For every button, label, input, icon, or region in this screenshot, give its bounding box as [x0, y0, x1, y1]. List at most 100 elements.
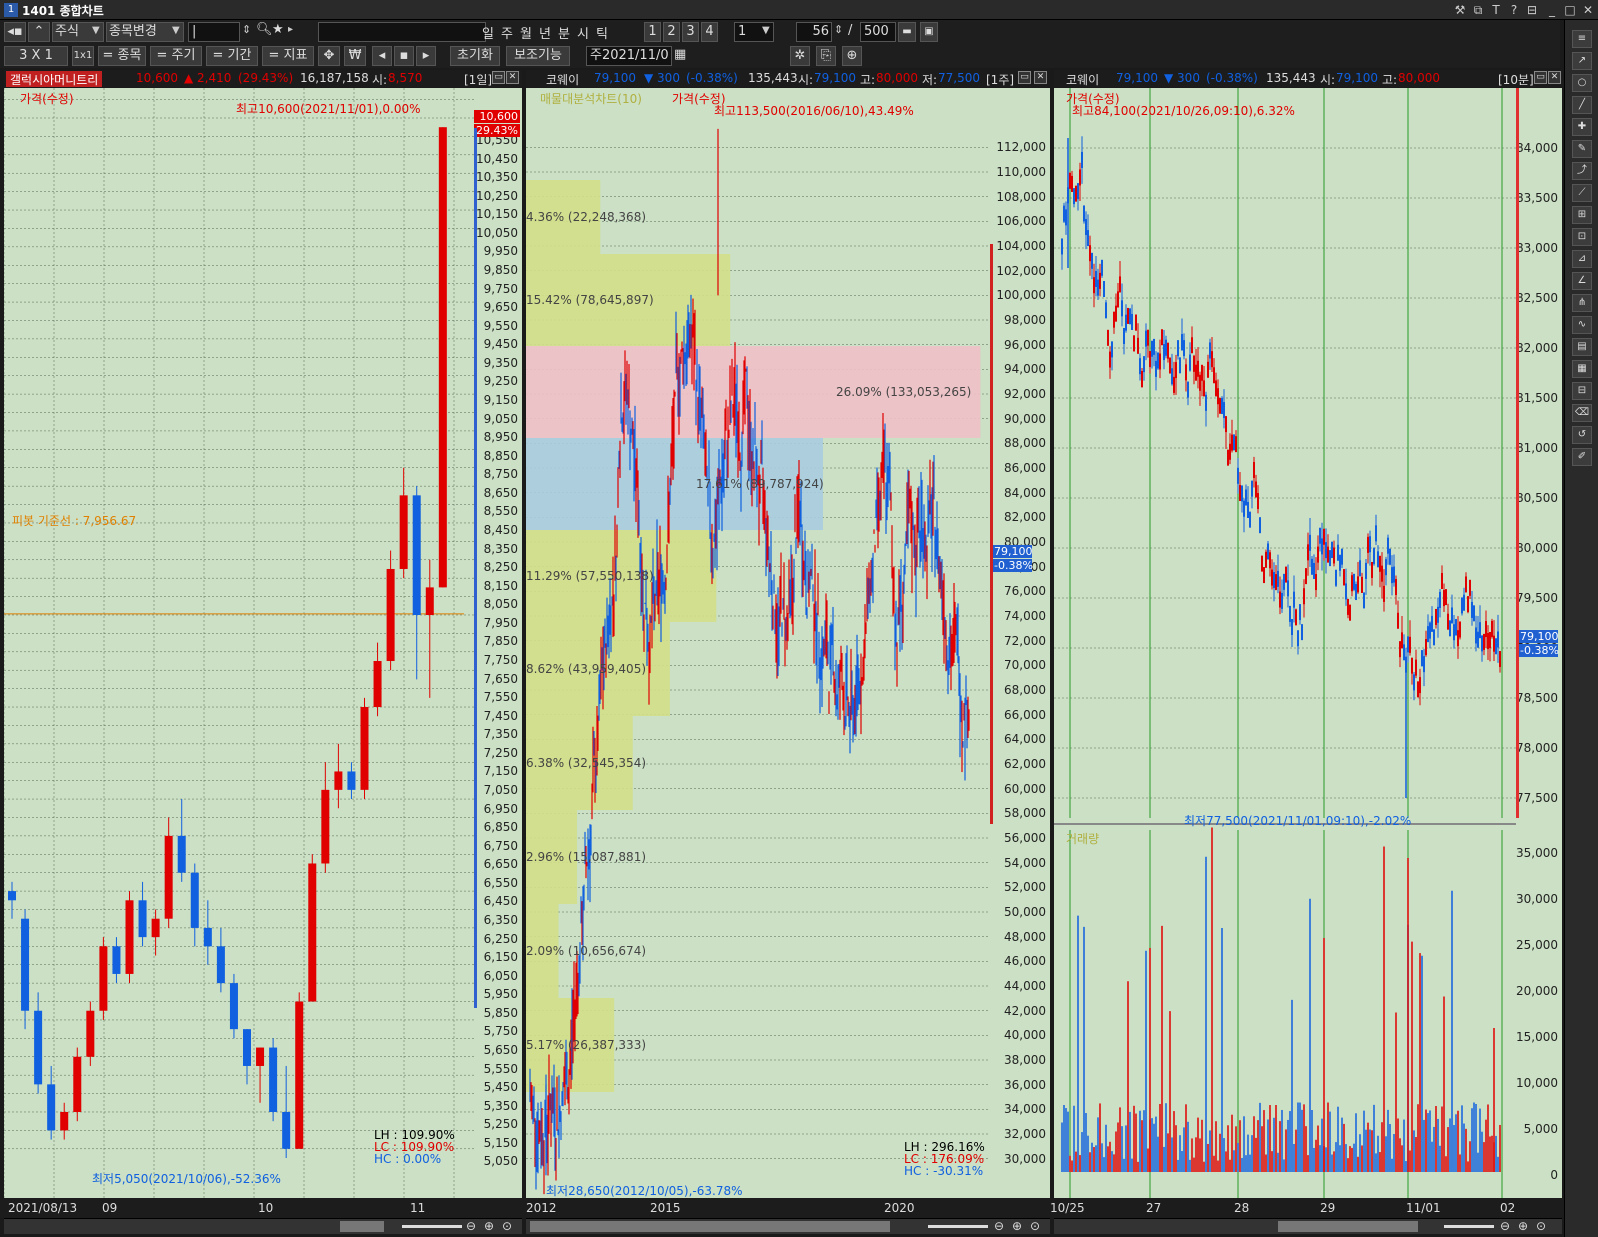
zoom-in-icon[interactable]: ⊕	[1518, 1219, 1528, 1233]
save-icon[interactable]: ▣	[920, 22, 938, 42]
zoom-in-icon[interactable]: ⊕	[484, 1219, 494, 1233]
angle-icon[interactable]: ∠	[1572, 272, 1592, 290]
period-tab-0[interactable]: 일	[482, 23, 494, 42]
arrow-right-icon[interactable]: ▸	[288, 24, 293, 35]
layout-button-4[interactable]: 4	[701, 22, 718, 42]
prev-icon[interactable]: ◂	[372, 46, 392, 66]
settings-icon[interactable]: ⊟	[1524, 2, 1540, 18]
circle-icon[interactable]: ○	[1572, 74, 1592, 92]
line-icon[interactable]: ╱	[1572, 96, 1592, 114]
chevron-down-icon[interactable]: ▼	[92, 25, 100, 36]
zoom-out-icon[interactable]: ⊖	[466, 1219, 476, 1233]
pattern-icon[interactable]: ▦	[1572, 360, 1592, 378]
zoom-out-icon[interactable]: ⊖	[994, 1219, 1004, 1233]
chevron-down-icon[interactable]: ▼	[172, 25, 180, 36]
zoom-reset-icon[interactable]: ⊙	[1030, 1219, 1040, 1233]
stock-code-input[interactable]: |	[188, 22, 240, 42]
panel1-scrollbar[interactable]: ⊖ ⊕ ⊙	[4, 1218, 522, 1234]
zoom-reset-icon[interactable]: ⊙	[1536, 1219, 1546, 1233]
panel1-scroll-thumb[interactable]	[340, 1221, 384, 1232]
chevron-down-icon[interactable]: ▼	[762, 25, 770, 36]
export-icon[interactable]: ⎘	[816, 46, 836, 66]
panel1-stock-name[interactable]: 갤럭시아머니트리	[6, 71, 103, 87]
fib-icon[interactable]: ⊿	[1572, 250, 1592, 268]
star-icon[interactable]: ★	[272, 22, 284, 37]
panel3-zoom-slider[interactable]	[1444, 1225, 1494, 1228]
link-icon[interactable]: ⚒	[1452, 2, 1468, 18]
spin-icon[interactable]: ⇕	[242, 23, 251, 36]
panel2-scroll-thumb[interactable]	[530, 1221, 890, 1232]
layout-button-2[interactable]: 2	[663, 22, 680, 42]
panel2-price-chart[interactable]: 매물대분석차트(10) 가격(수정) 최고113,500(2016/06/10)…	[526, 88, 990, 1198]
cross-icon[interactable]: ✚	[1572, 118, 1592, 136]
panel2-zoom-slider[interactable]	[928, 1225, 988, 1228]
panel3-y-axis[interactable]: 84,000 83,500 83,000 82,500 82,000 81,500 81,0…	[1516, 88, 1562, 1198]
text-icon[interactable]: T	[1488, 2, 1504, 18]
period-tab-2[interactable]: 월	[520, 23, 532, 42]
image-icon[interactable]: ▤	[1572, 338, 1592, 356]
edit-icon[interactable]: ✐	[1572, 448, 1592, 466]
period-tab-6[interactable]: 틱	[596, 23, 608, 42]
panel3-scrollbar[interactable]: ⊖ ⊕ ⊙	[1054, 1218, 1562, 1234]
zoom-icon[interactable]: ⊕	[842, 46, 862, 66]
toolbar-button-2[interactable]: = 기간	[206, 46, 258, 66]
count-input[interactable]: 56	[796, 22, 832, 42]
fan-icon[interactable]: ⤴	[1572, 162, 1592, 180]
panel2-stock-name[interactable]: 코웨이	[546, 71, 579, 87]
layout-button-1[interactable]: 1	[644, 22, 661, 42]
wave-icon[interactable]: ∿	[1572, 316, 1592, 334]
period-tab-4[interactable]: 분	[558, 23, 570, 42]
help-icon[interactable]: ?	[1506, 2, 1522, 18]
trend-icon[interactable]: ⟋	[1572, 184, 1592, 202]
reset-button[interactable]: 초기화	[450, 46, 500, 66]
up-icon[interactable]: ⌃	[28, 22, 50, 42]
next-icon[interactable]: ▸	[416, 46, 436, 66]
panel1-y-axis[interactable]: 10,550 10,450 10,350 10,250 10,150 10,050 9,95…	[474, 88, 522, 1198]
zoom-in-icon[interactable]: ⊕	[1012, 1219, 1022, 1233]
spin-icon[interactable]: ⇕	[834, 23, 843, 36]
zoom-out-icon[interactable]: ⊖	[1500, 1219, 1510, 1233]
single-layout-icon[interactable]: 1x1	[72, 46, 94, 66]
copy-icon[interactable]: ⧉	[1470, 2, 1486, 18]
all-delete-icon[interactable]: ⌫	[1572, 404, 1592, 422]
prev-stock-icon[interactable]: ◂▪	[4, 22, 26, 42]
layout-button-3[interactable]: 3	[682, 22, 699, 42]
cursor-icon[interactable]: ↗	[1572, 52, 1592, 70]
panel3-stock-name[interactable]: 코웨이	[1066, 71, 1099, 87]
toolbar-button-0[interactable]: = 종목	[98, 46, 146, 66]
ruler-icon[interactable]: ⊞	[1572, 206, 1592, 224]
grid-icon[interactable]: ⊡	[1572, 228, 1592, 246]
period-tab-1[interactable]: 주	[501, 23, 513, 42]
close-icon[interactable]: ✕	[1580, 2, 1596, 18]
zoom-reset-icon[interactable]: ⊙	[502, 1219, 512, 1233]
stock-name-field[interactable]	[318, 22, 486, 42]
stop-icon[interactable]: ▪	[394, 46, 414, 66]
panel-close-icon[interactable]: ✕	[1548, 71, 1561, 84]
panel3-scroll-thumb[interactable]	[1278, 1221, 1418, 1232]
panel-close-icon[interactable]: ✕	[1034, 71, 1047, 84]
minimize-icon[interactable]: _	[1544, 2, 1560, 18]
table-icon[interactable]: ⊟	[1572, 382, 1592, 400]
period-tab-3[interactable]: 년	[539, 23, 551, 42]
panel-maximize-icon[interactable]: ▭	[1534, 71, 1547, 84]
pitchfork-icon[interactable]: ⋔	[1572, 294, 1592, 312]
panel-maximize-icon[interactable]: ▭	[492, 71, 505, 84]
apply-icon[interactable]: ▬	[898, 22, 916, 42]
search-icon[interactable]: 🔍︎	[256, 22, 273, 37]
date-input[interactable]: 주2021/11/0	[586, 46, 672, 66]
toolbar-button-3[interactable]: = 지표	[262, 46, 314, 66]
total-input[interactable]: 500	[860, 22, 896, 42]
all-tools-icon[interactable]: ≡	[1572, 30, 1592, 48]
pen-icon[interactable]: ✎	[1572, 140, 1592, 158]
panel1-price-chart[interactable]: 가격(수정) 최고10,600(2021/11/01),0.00% 피봇 기준선…	[4, 88, 474, 1198]
move-icon[interactable]: ✥	[318, 46, 340, 66]
gear-icon[interactable]: ✲	[790, 46, 810, 66]
panel2-scrollbar[interactable]: ⊖ ⊕ ⊙	[526, 1218, 1050, 1234]
aux-function-button[interactable]: 보조기능	[506, 46, 570, 66]
calendar-icon[interactable]: ▦	[674, 47, 686, 62]
won-icon[interactable]: ₩	[344, 46, 366, 66]
toolbar-button-1[interactable]: = 주기	[150, 46, 202, 66]
panel3-intraday-chart[interactable]: 가격(수정) 최고84,100(2021/10/26,09:10),6.32% …	[1054, 88, 1516, 1198]
panel2-y-axis[interactable]: 112,000 110,000 108,000 106,000 104,000 102,0…	[990, 88, 1050, 1198]
undo-icon[interactable]: ↺	[1572, 426, 1592, 444]
